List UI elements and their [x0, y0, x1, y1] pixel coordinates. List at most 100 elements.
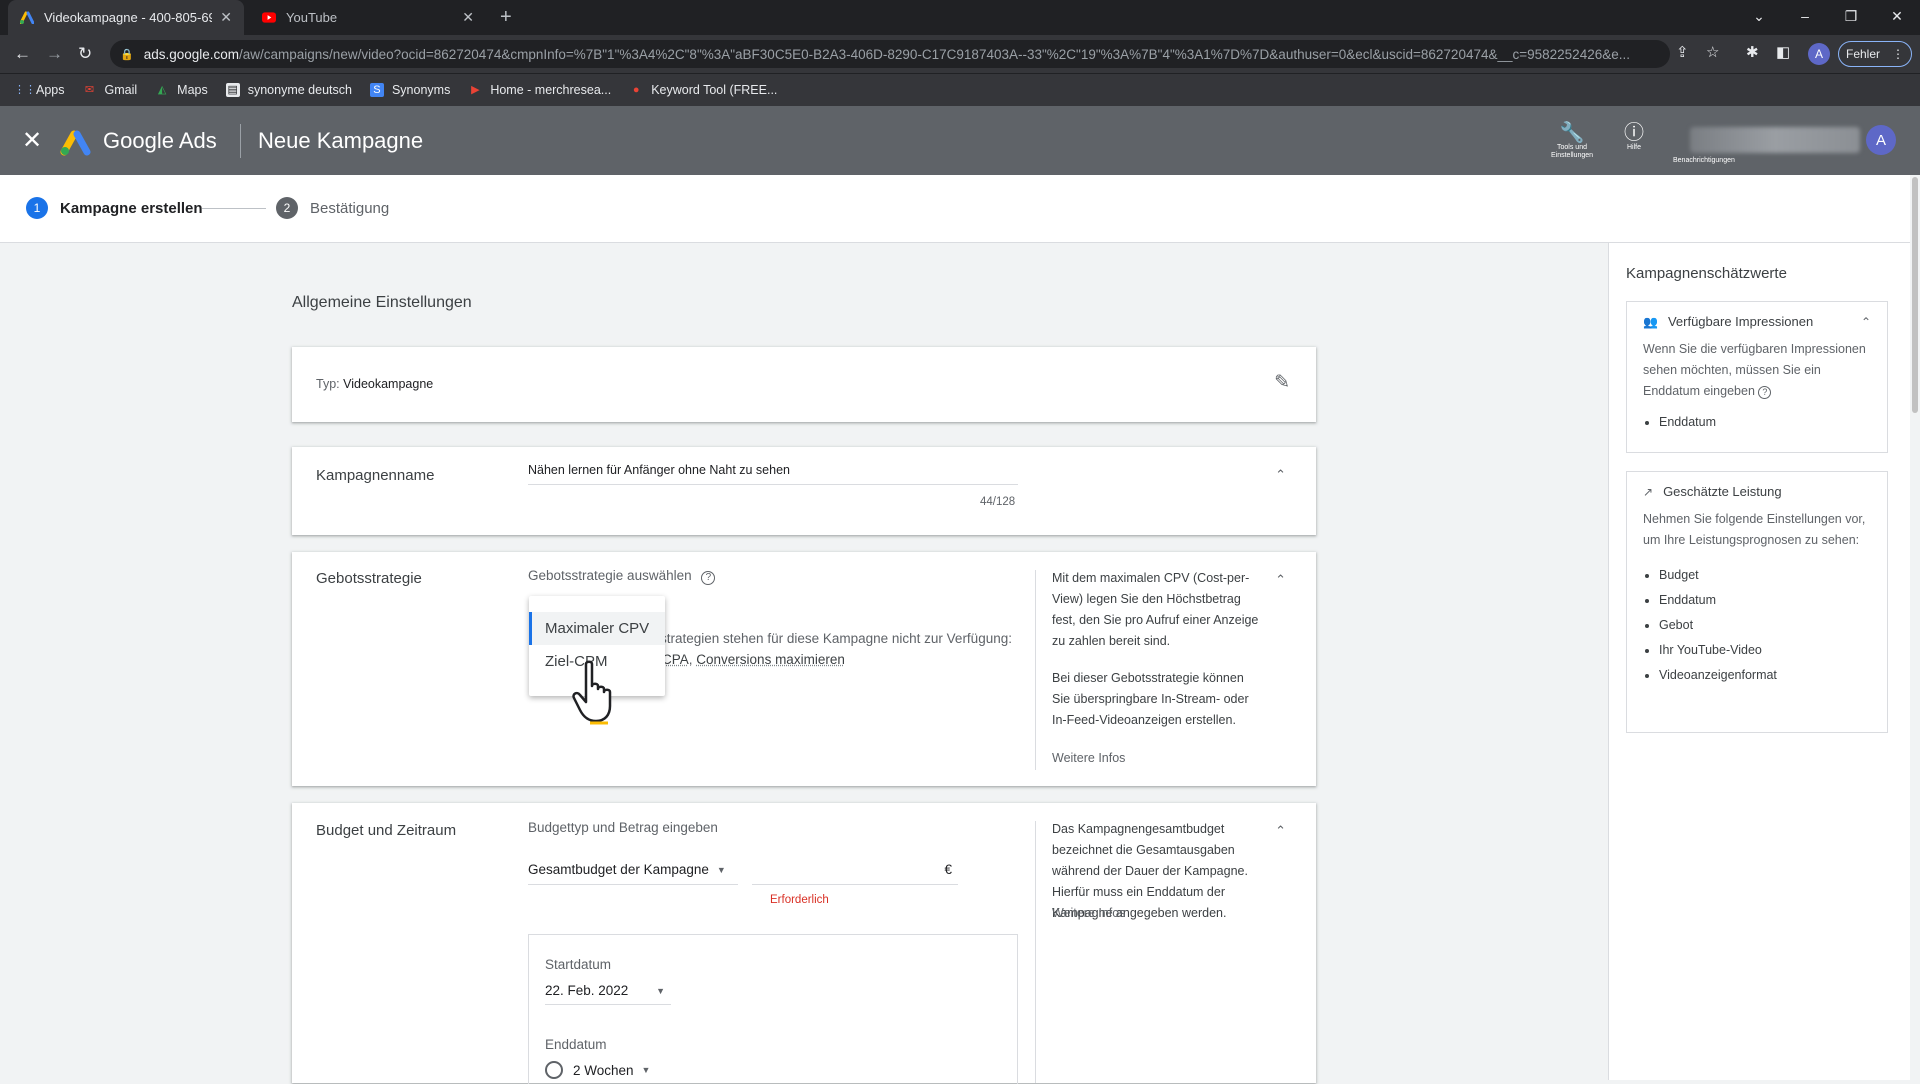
dropdown-arrow-icon: ▼	[717, 865, 726, 875]
help-button[interactable]: ⓘ Hilfe	[1617, 122, 1651, 152]
google-ads-favicon-icon	[20, 11, 34, 25]
help-circle-icon: ⓘ	[1617, 122, 1651, 144]
tab-search-icon[interactable]: ⌄	[1736, 8, 1782, 25]
impressions-title: Verfügbare Impressionen	[1668, 314, 1813, 329]
bookmark-merchresearch[interactable]: ▶ Home - merchresea...	[468, 83, 611, 97]
impressions-header[interactable]: 👥 Verfügbare Impressionen ⌃	[1627, 302, 1887, 329]
page-icon: ▤	[226, 83, 240, 97]
link-cpa[interactable]: CPA	[662, 652, 689, 667]
performance-list: Budget Enddatum Gebot Ihr YouTube-Video …	[1627, 551, 1887, 702]
scrollbar-thumb[interactable]	[1912, 177, 1918, 413]
page-scrollbar[interactable]	[1910, 175, 1920, 1080]
window-close-icon[interactable]: ✕	[1874, 8, 1920, 25]
url-host: ads.google.com	[144, 47, 239, 62]
tab-youtube[interactable]: YouTube ✕	[250, 0, 486, 35]
bookmark-star-icon[interactable]: ☆	[1706, 43, 1719, 61]
close-campaign-icon[interactable]: ✕	[22, 126, 42, 155]
new-tab-button[interactable]: +	[500, 6, 512, 29]
radio-button[interactable]	[545, 1061, 563, 1079]
synonyms-icon: S	[370, 83, 384, 97]
impressions-card: 👥 Verfügbare Impressionen ⌃ Wenn Sie die…	[1626, 301, 1888, 453]
performance-text: Nehmen Sie folgende Einstellungen vor, u…	[1627, 499, 1887, 551]
char-counter: 44/128	[980, 496, 1015, 508]
unavailable-strategies-text: strategien stehen für diese Kampagne nic…	[660, 631, 1012, 646]
tab-title: YouTube	[286, 10, 454, 25]
bookmark-apps[interactable]: ⋮⋮ Apps	[14, 83, 65, 97]
tab-close-icon[interactable]: ✕	[220, 9, 232, 26]
tab-close-icon[interactable]: ✕	[462, 9, 474, 26]
required-error: Erforderlich	[770, 894, 829, 906]
budget-info-link[interactable]: Weitere Infos	[1052, 903, 1125, 924]
trending-up-icon: ↗	[1643, 485, 1653, 499]
forward-icon[interactable]: →	[46, 44, 63, 64]
help-circle-icon[interactable]: ?	[1758, 386, 1771, 399]
bookmark-keyword-tool[interactable]: ● Keyword Tool (FREE...	[629, 83, 777, 97]
error-chip-label: Fehler	[1846, 47, 1880, 61]
list-item: Budget	[1659, 563, 1871, 588]
option-maximaler-cpv[interactable]: Maximaler CPV	[529, 612, 665, 645]
info-divider	[1035, 821, 1036, 1083]
budget-type-select[interactable]: Gesamtbudget der Kampagne ▼	[528, 855, 738, 885]
step-number: 1	[26, 197, 48, 219]
campaign-name-input[interactable]: Nähen lernen für Anfänger ohne Naht zu s…	[528, 461, 1018, 485]
collapse-chevron-up-icon[interactable]: ⌃	[1275, 467, 1286, 483]
end-date-value: 2 Wochen	[573, 1063, 634, 1078]
chevron-up-icon[interactable]: ⌃	[1861, 315, 1871, 329]
start-date-label: Startdatum	[545, 957, 611, 972]
list-item: Ihr YouTube-Video	[1659, 638, 1871, 663]
end-date-option[interactable]: 2 Wochen ▼	[545, 1061, 650, 1079]
budget-label: Budget und Zeitraum	[316, 822, 456, 839]
dropdown-arrow-icon: ▼	[642, 1065, 651, 1075]
edit-pencil-icon[interactable]: ✎	[1274, 371, 1290, 394]
bid-strategy-label: Gebotsstrategie	[316, 570, 422, 587]
bookmark-gmail[interactable]: ✉ Gmail	[83, 83, 138, 97]
page-title: Neue Kampagne	[258, 128, 423, 154]
collapse-chevron-up-icon[interactable]: ⌃	[1275, 572, 1286, 588]
error-chip[interactable]: Fehler ⋮	[1838, 41, 1912, 67]
bid-info-link[interactable]: Weitere Infos	[1052, 748, 1125, 769]
budget-type-value: Gesamtbudget der Kampagne	[528, 862, 709, 877]
bookmark-synonyme-deutsch[interactable]: ▤ synonyme deutsch	[226, 83, 352, 97]
bid-select-prompt: Gebotsstrategie auswählen ?	[528, 568, 715, 585]
google-ads-logo-icon	[60, 128, 92, 156]
apps-grid-icon: ⋮⋮	[14, 83, 28, 97]
profile-avatar[interactable]: A	[1808, 43, 1830, 65]
notifications-label[interactable]: Benachrichtigungen	[1673, 157, 1735, 164]
side-panel-icon[interactable]: ◧	[1776, 43, 1790, 61]
step-bestaetigung[interactable]: 2 Bestätigung	[276, 197, 389, 219]
gmail-icon: ✉	[83, 83, 97, 97]
budget-prompt: Budgettyp und Betrag eingeben	[528, 820, 718, 835]
link-conversions-maximieren[interactable]: Conversions maximieren	[696, 652, 845, 667]
performance-header: ↗ Geschätzte Leistung	[1627, 472, 1887, 499]
currency-symbol: €	[944, 862, 952, 877]
type-value: Videokampagne	[343, 377, 433, 391]
campaign-estimates-panel: Kampagnenschätzwerte 👥 Verfügbare Impres…	[1608, 243, 1910, 1080]
bookmarks-bar: ⋮⋮ Apps ✉ Gmail ◭ Maps ▤ synonyme deutsch SS…	[0, 73, 1920, 106]
collapse-chevron-up-icon[interactable]: ⌃	[1275, 823, 1286, 839]
address-bar[interactable]: 🔒 ads.google.com /aw/campaigns/new/video…	[110, 40, 1670, 68]
tools-settings-button[interactable]: 🔧 Tools und Einstellungen	[1544, 122, 1600, 160]
reload-icon[interactable]: ↻	[78, 44, 92, 64]
bid-strategy-card: Gebotsstrategie Gebotsstrategie auswähle…	[292, 552, 1316, 786]
bookmark-synonyms[interactable]: S Synonyms	[370, 83, 450, 97]
account-avatar[interactable]: A	[1866, 125, 1896, 155]
performance-title: Geschätzte Leistung	[1663, 484, 1782, 499]
back-icon[interactable]: ←	[14, 44, 31, 64]
bookmark-maps[interactable]: ◭ Maps	[155, 83, 208, 97]
restore-icon[interactable]: ❐	[1828, 8, 1874, 25]
maps-icon: ◭	[155, 83, 169, 97]
step-label: Kampagne erstellen	[60, 200, 203, 217]
campaign-stepper: 1 Kampagne erstellen 2 Bestätigung	[0, 175, 1910, 243]
tab-title: Videokampagne - 400-805-6921	[44, 10, 212, 25]
extensions-icon[interactable]: ✱	[1746, 43, 1759, 61]
bid-info-text-2: Bei dieser Gebotsstrategie können Sie üb…	[1052, 668, 1262, 731]
lock-icon: 🔒	[120, 48, 134, 61]
minimize-icon[interactable]: –	[1782, 8, 1828, 24]
start-date-select[interactable]: 22. Feb. 2022 ▼	[545, 977, 671, 1005]
budget-amount-input[interactable]: €	[752, 855, 958, 885]
share-icon[interactable]: ⇪	[1676, 43, 1689, 61]
tab-videokampagne[interactable]: Videokampagne - 400-805-6921 ✕	[8, 0, 244, 35]
step-connector	[202, 208, 266, 209]
step-kampagne-erstellen[interactable]: 1 Kampagne erstellen	[26, 197, 203, 219]
help-circle-icon[interactable]: ?	[701, 571, 715, 585]
